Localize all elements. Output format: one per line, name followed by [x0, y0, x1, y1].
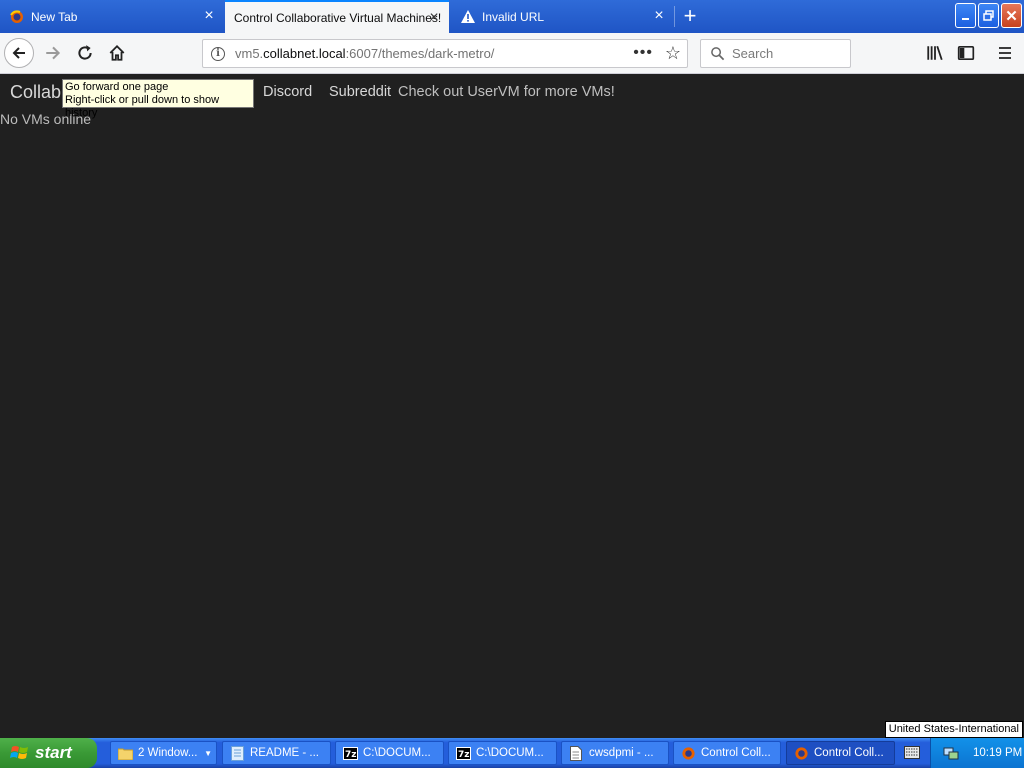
page-content: Collab Discord Subreddit Check out UserV…: [0, 74, 1024, 738]
taskbar-item-readme[interactable]: README - ...: [222, 741, 331, 765]
start-label: start: [35, 743, 72, 762]
navigation-toolbar: i vm5.collabnet.local:6007/themes/dark-m…: [0, 33, 1024, 74]
url-text[interactable]: vm5.collabnet.local:6007/themes/dark-met…: [235, 46, 494, 61]
discord-link[interactable]: Discord: [263, 84, 312, 100]
window-controls: ✕: [955, 3, 1022, 28]
url-bar[interactable]: i vm5.collabnet.local:6007/themes/dark-m…: [202, 39, 688, 68]
tab-label: Invalid URL: [482, 9, 545, 24]
network-icon[interactable]: [943, 745, 959, 761]
tab-label: New Tab: [31, 9, 78, 24]
language-indicator[interactable]: United States-International: [884, 721, 1023, 738]
search-input[interactable]: [732, 46, 842, 61]
keyboard-icon[interactable]: [904, 746, 920, 759]
taskbar-item-windows-explorer[interactable]: 2 Window... ▼: [110, 741, 217, 765]
reload-button[interactable]: [70, 38, 100, 68]
sidebar-icon: [957, 45, 975, 61]
close-tab-icon[interactable]: ×: [427, 10, 441, 26]
tooltip-line-2: Right-click or pull down to show history: [65, 94, 220, 119]
taskbar: start 2 Window... ▼ README - ... 7z C:\D…: [0, 738, 1024, 768]
taskbar-item-7zip-2[interactable]: 7z C:\DOCUM...: [448, 741, 557, 765]
start-button[interactable]: start: [0, 738, 97, 768]
search-icon: [711, 47, 725, 61]
close-tab-icon[interactable]: ×: [202, 8, 216, 24]
7zip-icon: 7z: [455, 745, 471, 761]
home-button[interactable]: [102, 38, 132, 68]
firefox-icon: [9, 9, 25, 25]
windows-logo-icon: [10, 746, 28, 759]
firefox-icon: [680, 745, 696, 761]
subreddit-link[interactable]: Subreddit: [329, 84, 391, 100]
svg-text:7z: 7z: [345, 750, 357, 760]
svg-text:7z: 7z: [458, 750, 470, 760]
taskbar-item-cwsdpmi[interactable]: cwsdpmi - ...: [561, 741, 669, 765]
notepad-icon: [229, 745, 245, 761]
bookmark-star-icon[interactable]: ☆: [665, 43, 681, 64]
chevron-down-icon: ▼: [204, 749, 212, 758]
restore-button[interactable]: [978, 3, 999, 28]
back-button[interactable]: [4, 38, 34, 68]
reload-icon: [78, 45, 92, 60]
tab-new-tab[interactable]: New Tab ×: [0, 0, 224, 33]
tab-strip: New Tab × Control Collaborative Virtual …: [0, 0, 1024, 33]
tooltip-line-1: Go forward one page: [65, 81, 169, 93]
firefox-icon: [793, 745, 809, 761]
new-tab-button[interactable]: +: [678, 5, 702, 29]
menu-button[interactable]: [990, 38, 1020, 68]
7zip-icon: 7z: [342, 745, 358, 761]
home-icon: [109, 44, 125, 61]
taskbar-item-firefox-2[interactable]: Control Coll...: [786, 741, 895, 765]
library-icon: [927, 45, 943, 61]
system-tray: 10:19 PM: [930, 738, 1024, 768]
site-brand[interactable]: Collab: [10, 82, 61, 103]
close-window-button[interactable]: ✕: [1001, 3, 1022, 28]
close-tab-icon[interactable]: ×: [652, 8, 666, 24]
tab-label: Control Collaborative Virtual Machines!: [234, 10, 442, 25]
forward-button-tooltip: Go forward one page Right-click or pull …: [62, 79, 254, 119]
minimize-button[interactable]: [955, 3, 976, 28]
forward-button[interactable]: [38, 38, 68, 68]
hamburger-menu-icon: [999, 47, 1011, 59]
forward-arrow-icon: [46, 46, 61, 60]
clock[interactable]: 10:19 PM: [973, 747, 1022, 759]
library-button[interactable]: [920, 38, 950, 68]
uservm-promo-link[interactable]: Check out UserVM for more VMs!: [398, 84, 615, 100]
back-arrow-icon: [4, 38, 34, 68]
site-info-icon[interactable]: i: [211, 46, 225, 61]
warning-icon: [460, 9, 476, 25]
tab-divider: [674, 6, 675, 27]
folder-icon: [117, 745, 133, 761]
taskbar-item-7zip-1[interactable]: 7z C:\DOCUM...: [335, 741, 444, 765]
page-actions-icon[interactable]: •••: [633, 44, 653, 62]
tab-invalid-url[interactable]: Invalid URL ×: [451, 0, 674, 33]
taskbar-item-firefox-1[interactable]: Control Coll...: [673, 741, 781, 765]
tab-control-collaborative[interactable]: Control Collaborative Virtual Machines! …: [225, 0, 449, 33]
sidebar-button[interactable]: [951, 38, 981, 68]
document-icon: [568, 745, 584, 761]
search-bar[interactable]: [700, 39, 851, 68]
